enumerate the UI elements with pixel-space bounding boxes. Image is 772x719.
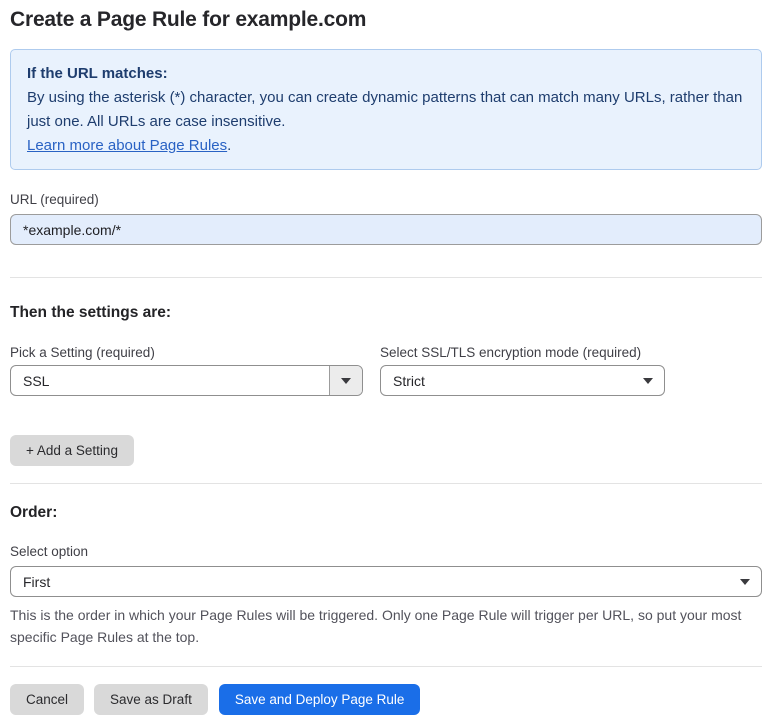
url-match-info-box: If the URL matches: By using the asteris… xyxy=(10,49,762,170)
encryption-mode-label: Select SSL/TLS encryption mode (required… xyxy=(380,345,642,360)
divider xyxy=(10,483,762,484)
pick-setting-select[interactable]: SSL xyxy=(10,365,363,396)
url-input[interactable] xyxy=(10,214,762,245)
divider xyxy=(10,666,762,667)
cancel-button[interactable]: Cancel xyxy=(10,684,85,715)
chevron-down-icon xyxy=(728,578,761,585)
link-period: . xyxy=(227,137,232,154)
pick-setting-column: Pick a Setting (required) SSL xyxy=(10,322,363,396)
order-select-value: First xyxy=(23,573,51,590)
learn-more-link[interactable]: Learn more about Page Rules xyxy=(27,137,227,154)
page-rule-form: Create a Page Rule for example.com If th… xyxy=(0,8,772,715)
footer-actions: Cancel Save as Draft Save and Deploy Pag… xyxy=(10,684,762,715)
pick-setting-label: Pick a Setting (required) xyxy=(10,345,155,360)
order-help-text: This is the order in which your Page Rul… xyxy=(10,607,742,645)
order-select-label: Select option xyxy=(10,544,89,559)
pick-setting-value: SSL xyxy=(23,372,50,389)
info-box-body: By using the asterisk (*) character, you… xyxy=(27,86,745,134)
settings-section-heading: Then the settings are: xyxy=(10,304,172,321)
order-section-heading: Order: xyxy=(10,504,58,521)
settings-row: Pick a Setting (required) SSL Select SSL… xyxy=(10,322,762,396)
save-draft-button[interactable]: Save as Draft xyxy=(94,684,208,715)
chevron-down-icon xyxy=(329,366,362,395)
info-box-heading: If the URL matches: xyxy=(27,65,168,82)
page-title: Create a Page Rule for example.com xyxy=(10,8,367,31)
url-field-label: URL (required) xyxy=(10,192,99,207)
add-setting-button[interactable]: + Add a Setting xyxy=(10,435,134,466)
encryption-mode-value: Strict xyxy=(393,372,425,389)
save-deploy-button[interactable]: Save and Deploy Page Rule xyxy=(218,684,421,715)
encryption-mode-select[interactable]: Strict xyxy=(380,365,665,396)
chevron-down-icon xyxy=(631,377,664,384)
order-select[interactable]: First xyxy=(10,566,762,597)
info-box-link-line: Learn more about Page Rules. xyxy=(27,134,745,158)
encryption-mode-column: Select SSL/TLS encryption mode (required… xyxy=(380,322,665,396)
info-box-body-text: By using the asterisk (*) character, you… xyxy=(27,89,743,130)
divider xyxy=(10,277,762,278)
